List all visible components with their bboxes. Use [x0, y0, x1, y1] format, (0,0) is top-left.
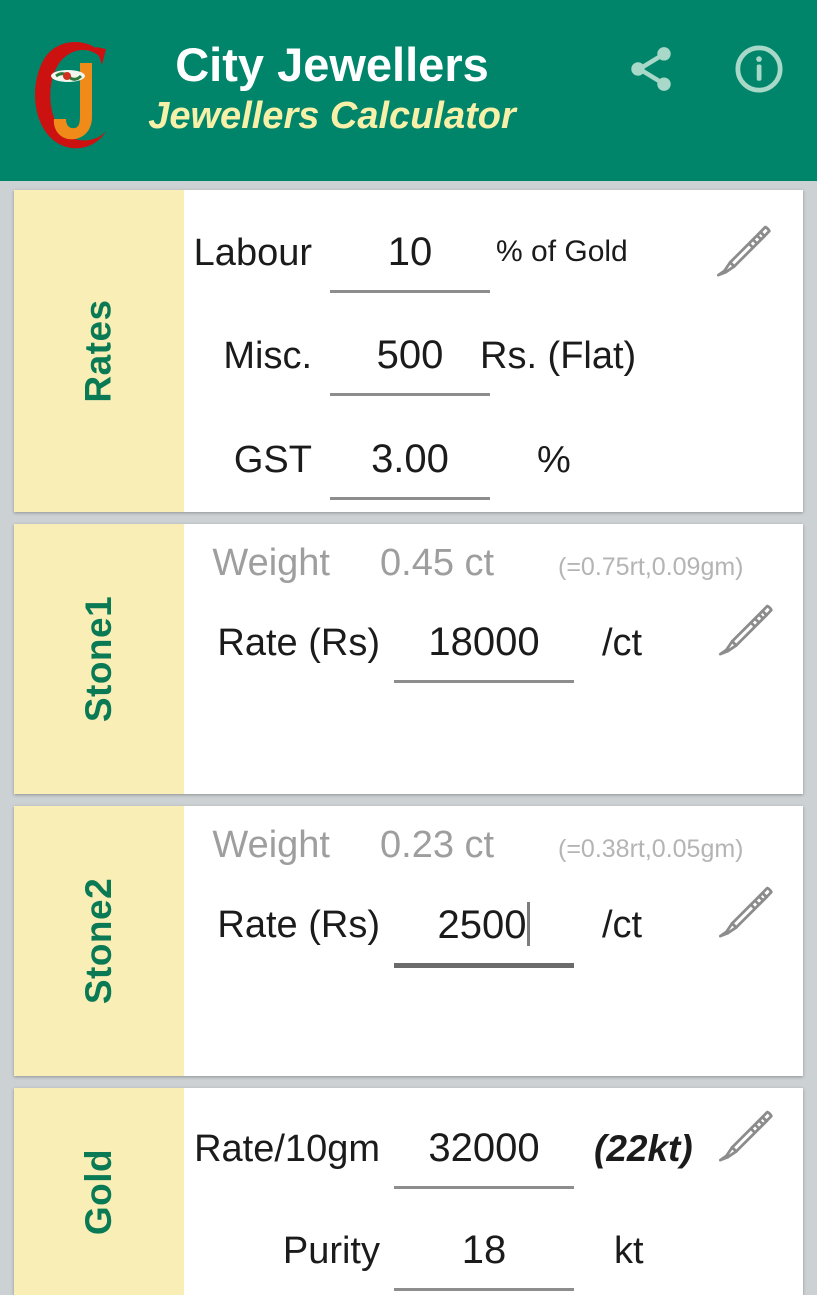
stone1-weight-value: 0.45 ct [380, 542, 495, 584]
stone1-rate-input[interactable]: 18000 [394, 620, 574, 683]
gst-value: 3.00 [371, 437, 449, 481]
gst-underline [330, 497, 490, 500]
labour-input[interactable]: 10 [330, 230, 490, 293]
gold-rate-input[interactable]: 32000 [394, 1126, 574, 1189]
gold-rate-value: 32000 [428, 1126, 540, 1170]
gold-purity-unit: kt [614, 1230, 644, 1272]
gst-unit: % [537, 439, 571, 481]
stone1-side-tab: Stone1 [14, 524, 184, 794]
stone1-card: Stone1 Weight 0.45 ct (=0.75rt,0.09gm) R… [14, 524, 803, 794]
stone1-card-body: Weight 0.45 ct (=0.75rt,0.09gm) Rate (Rs… [184, 524, 803, 794]
gold-rate-unit: (22kt) [594, 1128, 693, 1169]
stone2-rate-input[interactable]: 2500 [394, 902, 574, 968]
stone1-edit-button[interactable] [709, 594, 783, 673]
stone2-rate-underline [394, 963, 574, 968]
page-title: City Jewellers [175, 38, 489, 92]
info-button[interactable] [731, 44, 787, 100]
misc-underline [330, 393, 490, 396]
stone2-rate-unit: /ct [602, 904, 643, 946]
labour-unit: % of Gold [496, 235, 628, 268]
pencil-icon [707, 225, 781, 293]
pencil-icon [709, 1110, 783, 1178]
stone2-weight-hint: (=0.38rt,0.05gm) [558, 835, 744, 863]
pencil-icon [709, 886, 783, 954]
gst-input[interactable]: 3.00 [330, 437, 490, 500]
stone1-rate-unit: /ct [602, 622, 643, 664]
pencil-icon [709, 604, 783, 672]
app-header: City Jewellers Jewellers Calculator [0, 0, 817, 181]
stone1-rate-value: 18000 [428, 620, 540, 664]
page-subtitle: Jewellers Calculator [148, 95, 516, 138]
gold-card-body: Rate/10gm 32000 (22kt) Purity 18 kt [184, 1088, 803, 1295]
rates-side-tab: Rates [14, 190, 184, 512]
misc-label: Misc. [223, 335, 312, 377]
labour-label: Labour [193, 232, 312, 274]
gold-purity-value: 18 [461, 1228, 507, 1272]
rates-side-label: Rates [78, 299, 119, 403]
gold-purity-label: Purity [282, 1230, 380, 1272]
stone2-rate-label: Rate (Rs) [217, 904, 380, 946]
labour-underline [330, 290, 490, 293]
gold-rate-underline [394, 1186, 574, 1189]
calculator-content: Rates Labour 10 % of Gold Misc. 500 Rs. … [0, 190, 817, 1295]
gst-label: GST [233, 439, 312, 481]
stone2-edit-button[interactable] [709, 876, 783, 955]
header-actions [623, 44, 799, 100]
stone1-side-label: Stone1 [77, 595, 119, 723]
app-title-block: City Jewellers Jewellers Calculator [132, 40, 532, 141]
rates-edit-button[interactable] [707, 215, 781, 294]
share-icon [625, 43, 677, 100]
stone2-weight-label: Weight [212, 824, 330, 866]
stone1-rate-underline [394, 680, 574, 683]
gold-edit-button[interactable] [709, 1100, 783, 1179]
stone2-weight-value: 0.23 ct [380, 824, 495, 866]
gold-purity-input[interactable]: 18 [394, 1228, 574, 1291]
rates-card-body: Labour 10 % of Gold Misc. 500 Rs. (Flat)… [184, 190, 803, 512]
misc-input[interactable]: 500 [330, 333, 490, 396]
share-button[interactable] [623, 44, 679, 100]
stone1-weight-label: Weight [212, 542, 330, 584]
stone2-rate-value: 2500 [437, 903, 527, 947]
labour-value: 10 [387, 230, 433, 274]
stone1-rate-label: Rate (Rs) [217, 622, 380, 664]
text-cursor [527, 902, 531, 946]
stone2-card-body: Weight 0.23 ct (=0.38rt,0.05gm) Rate (Rs… [184, 806, 803, 1076]
misc-value: 500 [376, 333, 444, 377]
info-icon [732, 42, 786, 101]
gold-purity-underline [394, 1288, 574, 1291]
stone2-side-tab: Stone2 [14, 806, 184, 1076]
gold-side-tab: Gold [14, 1088, 184, 1295]
gold-side-label: Gold [77, 1148, 119, 1235]
stone2-card: Stone2 Weight 0.23 ct (=0.38rt,0.05gm) R… [14, 806, 803, 1076]
app-logo [22, 29, 122, 157]
gold-card: Gold Rate/10gm 32000 (22kt) Purity 18 kt [14, 1088, 803, 1295]
stone1-weight-hint: (=0.75rt,0.09gm) [558, 553, 744, 581]
stone2-side-label: Stone2 [77, 877, 119, 1005]
rates-card: Rates Labour 10 % of Gold Misc. 500 Rs. … [14, 190, 803, 512]
gold-rate-label: Rate/10gm [194, 1128, 380, 1170]
misc-unit: Rs. (Flat) [480, 335, 637, 377]
